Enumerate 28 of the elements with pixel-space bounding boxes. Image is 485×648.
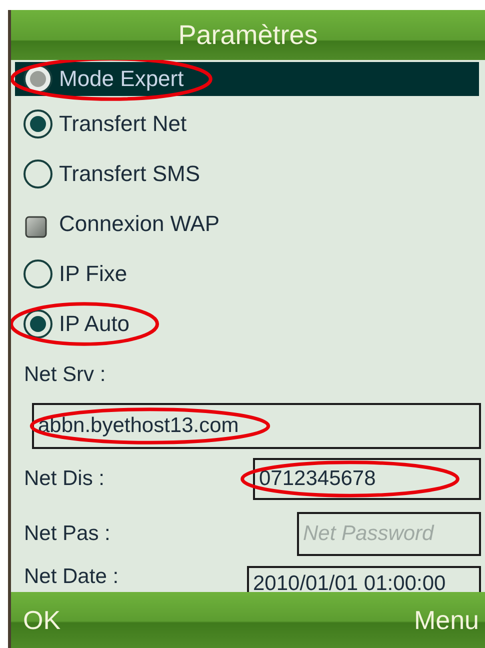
option-row[interactable]: Transfert SMS bbox=[15, 149, 479, 199]
input-field[interactable]: abbn.byethost13.com bbox=[32, 403, 481, 449]
option-label: Connexion WAP bbox=[59, 211, 220, 237]
field-label: Net Pas : bbox=[24, 522, 110, 546]
option-label: IP Fixe bbox=[59, 261, 128, 287]
option-row[interactable]: Transfert Net bbox=[15, 99, 479, 149]
option-label: Transfert SMS bbox=[59, 161, 200, 187]
radio-button[interactable] bbox=[23, 109, 53, 139]
field-value: abbn.byethost13.com bbox=[38, 414, 239, 438]
option-row[interactable]: IP Auto bbox=[15, 299, 479, 349]
screen-title: Paramètres bbox=[178, 20, 318, 50]
field-label: Net Date : bbox=[24, 566, 119, 588]
option-row[interactable]: Connexion WAP bbox=[15, 199, 479, 249]
option-label: Transfert Net bbox=[59, 111, 187, 137]
field-label: Net Srv : bbox=[24, 362, 107, 388]
input-field[interactable]: 0712345678 bbox=[253, 458, 481, 500]
option-label: IP Auto bbox=[59, 311, 130, 337]
checkbox[interactable] bbox=[25, 216, 47, 238]
field-value: 2010/01/01 01:00:00 bbox=[253, 572, 446, 592]
field-label: Net Dis : bbox=[24, 467, 105, 491]
field-placeholder: Net Password bbox=[303, 522, 434, 546]
radio-button[interactable] bbox=[23, 309, 53, 339]
radio-button[interactable] bbox=[23, 64, 53, 94]
field-value: 0712345678 bbox=[259, 467, 376, 491]
radio-button[interactable] bbox=[23, 259, 53, 289]
option-row[interactable]: IP Fixe bbox=[15, 249, 479, 299]
radio-button[interactable] bbox=[23, 159, 53, 189]
option-label: Mode Expert bbox=[59, 66, 184, 92]
